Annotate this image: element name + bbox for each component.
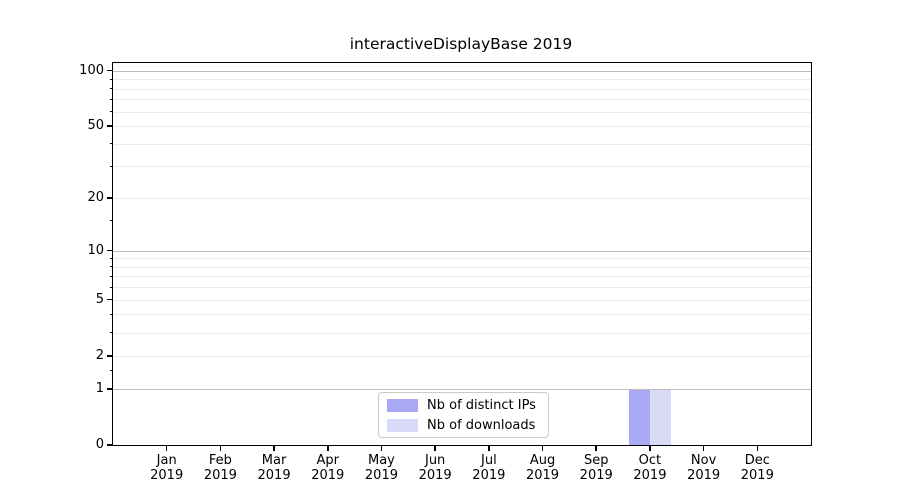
y-gridline-minor bbox=[113, 166, 811, 168]
y-gridline-major bbox=[113, 250, 811, 252]
x-tick-mark bbox=[595, 445, 598, 451]
x-tick-mark bbox=[541, 445, 544, 451]
x-tick-mark bbox=[756, 445, 759, 451]
y-tick-label: 50 bbox=[87, 118, 104, 134]
y-minor-tick-mark bbox=[109, 266, 113, 268]
legend-swatch-downloads bbox=[387, 418, 418, 432]
y-minor-tick-mark bbox=[109, 111, 113, 113]
y-tick-label: 20 bbox=[87, 190, 104, 206]
y-tick-label: 100 bbox=[79, 62, 104, 78]
y-gridline-minor bbox=[113, 258, 811, 260]
y-minor-tick-mark bbox=[109, 313, 113, 315]
y-tick-mark bbox=[107, 125, 113, 127]
y-gridline-minor bbox=[113, 266, 811, 268]
legend-item-distinct-ips: Nb of distinct IPs bbox=[387, 398, 540, 413]
y-tick-mark bbox=[107, 69, 113, 72]
y-gridline-minor bbox=[113, 299, 811, 301]
x-tick-mark bbox=[649, 445, 651, 451]
y-tick-mark bbox=[107, 249, 113, 252]
y-gridline-minor bbox=[113, 126, 811, 128]
y-gridline-minor bbox=[113, 198, 811, 200]
y-minor-tick-mark bbox=[109, 219, 113, 221]
y-minor-tick-mark bbox=[109, 370, 113, 372]
y-minor-tick-mark bbox=[109, 286, 113, 288]
y-tick-label: 10 bbox=[87, 242, 104, 258]
y-minor-tick-mark bbox=[109, 143, 113, 145]
x-tick-mark bbox=[702, 445, 705, 451]
y-minor-tick-mark bbox=[109, 78, 113, 80]
y-tick-label: 2 bbox=[95, 347, 104, 363]
y-gridline-minor bbox=[113, 314, 811, 316]
y-gridline-minor bbox=[113, 99, 811, 101]
y-minor-tick-mark bbox=[109, 98, 113, 100]
y-gridline-minor bbox=[113, 276, 811, 278]
y-minor-tick-mark bbox=[109, 257, 113, 259]
y-gridline-minor bbox=[113, 79, 811, 81]
y-gridline-minor bbox=[113, 143, 811, 145]
y-tick-label: 1 bbox=[95, 380, 104, 396]
x-tick-mark bbox=[326, 445, 329, 451]
x-tick-mark bbox=[434, 445, 436, 451]
y-minor-tick-mark bbox=[109, 165, 113, 167]
x-tick-mark bbox=[219, 445, 222, 451]
bar-downloads-oct bbox=[649, 388, 671, 445]
y-tick-mark bbox=[107, 298, 113, 301]
y-minor-tick-mark bbox=[109, 275, 113, 277]
y-tick-mark bbox=[107, 197, 113, 199]
y-gridline-minor bbox=[113, 332, 811, 334]
y-gridline-minor bbox=[113, 88, 811, 90]
chart-title: interactiveDisplayBase 2019 bbox=[349, 35, 573, 53]
bar-distinct-ips-oct bbox=[628, 388, 650, 445]
legend: Nb of distinct IPs Nb of downloads bbox=[378, 392, 549, 438]
y-gridline-minor bbox=[113, 287, 811, 289]
x-tick-mark bbox=[273, 445, 275, 451]
y-minor-tick-mark bbox=[109, 88, 113, 90]
legend-label-downloads: Nb of downloads bbox=[427, 417, 536, 433]
y-tick-mark bbox=[107, 444, 113, 446]
y-tick-label: 5 bbox=[95, 291, 104, 307]
x-tick-mark bbox=[380, 445, 383, 451]
x-tick-mark bbox=[488, 445, 490, 451]
y-tick-mark bbox=[107, 387, 113, 390]
plot-area: Dec 2019 Nov 2019 Oct 2019 Sep 2019 Aug 2019… bbox=[79, 62, 812, 483]
figure: interactiveDisplayBase 2019 Dec 2019 Nov … bbox=[0, 0, 900, 500]
y-gridline-minor bbox=[113, 355, 811, 357]
y-gridline-major bbox=[113, 388, 811, 390]
legend-item-downloads: Nb of downloads bbox=[387, 418, 540, 433]
legend-label-distinct-ips: Nb of distinct IPs bbox=[427, 397, 536, 413]
legend-swatch-distinct-ips bbox=[387, 398, 418, 412]
y-minor-tick-mark bbox=[109, 332, 113, 334]
y-tick-label: 0 bbox=[95, 437, 104, 452]
y-gridline-minor bbox=[113, 111, 811, 113]
y-gridline-major bbox=[113, 70, 811, 72]
y-tick-mark bbox=[107, 355, 113, 357]
x-tick-mark bbox=[165, 445, 168, 451]
x-tick-label: Jan 2019 bbox=[150, 453, 184, 483]
